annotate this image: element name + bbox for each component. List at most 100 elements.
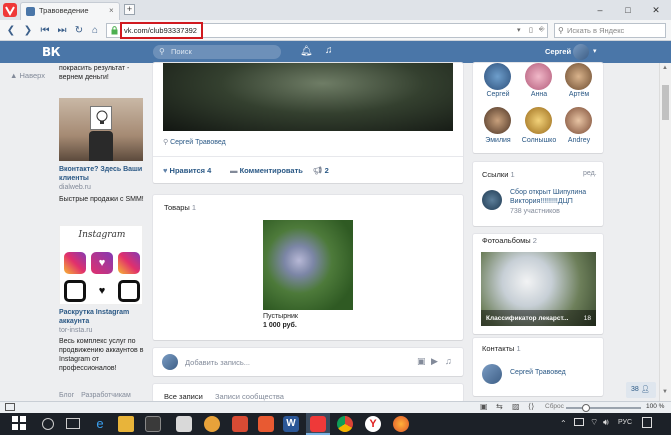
panel-toggle-icon[interactable] xyxy=(5,403,15,411)
browser-tab[interactable]: Травоведение × xyxy=(20,2,120,20)
music-icon[interactable]: ♫ xyxy=(325,45,333,56)
search-engine-field[interactable]: ⚲ Искать в Яндекс xyxy=(554,23,666,38)
reload-icon[interactable]: ↻ xyxy=(72,24,86,37)
scroll-up-icon[interactable]: ▲ xyxy=(662,65,668,71)
friend-name[interactable]: Солнышко xyxy=(519,137,559,144)
chevron-down-icon[interactable]: ▾ xyxy=(593,47,597,55)
avatar[interactable] xyxy=(525,63,552,90)
sync-icon[interactable]: ⇆ xyxy=(496,402,503,411)
minimize-button[interactable]: – xyxy=(587,3,613,17)
avatar[interactable] xyxy=(565,107,592,134)
browser-logo-icon[interactable] xyxy=(3,3,17,17)
ad-block-2[interactable]: Вконтакте? Здесь Ваши клиенты dialweb.ru… xyxy=(59,98,144,204)
scroll-down-icon[interactable]: ▼ xyxy=(662,389,668,395)
vk-logo[interactable]: ВК xyxy=(42,45,60,59)
image-icon[interactable]: ▨ xyxy=(512,402,520,411)
post-photo[interactable] xyxy=(163,63,453,131)
volume-icon[interactable]: 🔊︎ xyxy=(603,417,609,428)
friend-name[interactable]: Сергей xyxy=(478,91,518,98)
dropdown-icon[interactable]: ▾ xyxy=(517,26,521,34)
camera-icon[interactable]: ▣ xyxy=(480,402,488,411)
reader-icon[interactable]: ▯ xyxy=(529,26,533,34)
comment-button[interactable]: ▬ Комментировать xyxy=(230,166,303,175)
ad-title[interactable]: Вконтакте? Здесь Ваши клиенты xyxy=(59,165,144,183)
camera-icon[interactable]: ▣ xyxy=(417,356,426,367)
footer-link-blog[interactable]: Блог xyxy=(59,392,74,399)
store-icon[interactable] xyxy=(145,416,161,432)
friend-name[interactable]: Артём xyxy=(559,91,599,98)
ad-title[interactable]: Раскрутка Instagram аккаунта xyxy=(59,308,144,326)
ad-block-3[interactable]: Instagram ♥ ♥ Раскрутка Instagram аккаун… xyxy=(59,225,144,373)
cortana-icon[interactable] xyxy=(42,418,54,430)
word-icon[interactable]: W xyxy=(283,416,299,432)
back-to-top-link[interactable]: ▲ Наверх xyxy=(10,71,45,80)
chat-button[interactable]: 38 👤︎ xyxy=(626,382,656,398)
app-icon[interactable] xyxy=(176,416,192,432)
app-icon[interactable] xyxy=(232,416,248,432)
avatar[interactable] xyxy=(484,63,511,90)
bookmark-icon[interactable]: ⎆ xyxy=(539,26,545,34)
forward-arrow-icon[interactable]: ❯ xyxy=(21,24,35,37)
code-icon[interactable]: ⟨⟩ xyxy=(528,402,534,411)
tab-community-posts[interactable]: Записи сообщества xyxy=(215,392,284,401)
vk-search-input[interactable]: ⚲ Поиск xyxy=(153,45,281,59)
tab-all-posts[interactable]: Все записи xyxy=(164,392,203,401)
new-tab-button[interactable]: + xyxy=(124,4,135,15)
display-icon[interactable] xyxy=(574,418,584,426)
app-icon[interactable] xyxy=(204,416,220,432)
links-edit-link[interactable]: ред. xyxy=(583,170,597,177)
taskbar-active-browser[interactable] xyxy=(306,413,330,435)
scroll-thumb[interactable] xyxy=(662,85,669,120)
new-post-input[interactable]: Добавить запись... xyxy=(185,358,250,367)
url-field[interactable]: vk.com/club93337392 ▾ ▯ ⎆ xyxy=(106,22,548,39)
post-author-name[interactable]: Сергей Травовед xyxy=(170,139,226,146)
ad-block-1[interactable]: покрасить результат - вернем деньги! xyxy=(59,64,144,82)
ad-image[interactable]: Instagram ♥ ♥ xyxy=(59,225,143,305)
edge-icon[interactable]: e xyxy=(92,416,108,432)
products-title[interactable]: Товары xyxy=(164,203,190,212)
yandex-icon[interactable]: Y xyxy=(365,416,381,432)
language-indicator[interactable]: РУС xyxy=(618,419,632,426)
avatar[interactable] xyxy=(484,107,511,134)
contact-name[interactable]: Сергей Травовед xyxy=(510,369,566,376)
footer-link-developers[interactable]: Разработчикам xyxy=(81,392,131,399)
contacts-title[interactable]: Контакты xyxy=(482,344,514,353)
back-arrow-icon[interactable]: ❮ xyxy=(4,24,18,37)
zoom-reset[interactable]: Сброс xyxy=(545,403,564,410)
album-cover[interactable]: Классификатор лекарст... 18 xyxy=(481,252,596,326)
wifi-icon[interactable]: ⌔ xyxy=(590,417,598,428)
like-button[interactable]: ♥ Нравится 4 xyxy=(163,166,211,175)
friend-name[interactable]: Andrey xyxy=(559,137,599,144)
video-icon[interactable]: ▶ xyxy=(431,356,438,367)
rewind-icon[interactable]: ⏮ xyxy=(38,24,52,37)
avatar[interactable] xyxy=(573,44,589,60)
task-view-icon[interactable] xyxy=(66,418,80,429)
home-icon[interactable]: ⌂ xyxy=(88,24,102,37)
firefox-icon[interactable] xyxy=(393,416,409,432)
albums-title[interactable]: Фотоальбомы xyxy=(482,236,531,245)
avatar[interactable] xyxy=(565,63,592,90)
file-explorer-icon[interactable] xyxy=(118,416,134,432)
bell-icon[interactable]: 🔔︎ xyxy=(300,46,313,57)
zoom-slider-handle[interactable] xyxy=(582,404,590,412)
ad-image[interactable] xyxy=(59,98,143,161)
avatar[interactable] xyxy=(525,107,552,134)
links-title[interactable]: Ссылки xyxy=(482,170,508,179)
chrome-icon[interactable] xyxy=(337,416,353,432)
product-image[interactable] xyxy=(263,220,353,310)
product-name[interactable]: Пустырник xyxy=(263,313,298,320)
fast-forward-icon[interactable]: ⏭ xyxy=(55,24,69,37)
post-author[interactable]: ⚲ Сергей Травовед xyxy=(163,138,226,146)
maximize-button[interactable]: □ xyxy=(615,3,641,17)
close-window-button[interactable]: ✕ xyxy=(643,3,669,17)
scrollbar[interactable]: ▲ ▼ xyxy=(659,63,671,401)
zoom-slider[interactable] xyxy=(566,404,641,412)
tray-up-icon[interactable]: ⌃ xyxy=(560,419,567,428)
friend-name[interactable]: Анна xyxy=(519,91,559,98)
user-name[interactable]: Сергей xyxy=(545,47,571,56)
app-icon[interactable] xyxy=(258,416,274,432)
avatar[interactable] xyxy=(482,364,502,384)
share-button[interactable]: 📢︎ 2 xyxy=(313,166,329,175)
notifications-icon[interactable] xyxy=(642,417,652,428)
link-name[interactable]: Сбор открыт Шипулина Виктория!!!!!!!!!ДЦ… xyxy=(510,189,600,206)
